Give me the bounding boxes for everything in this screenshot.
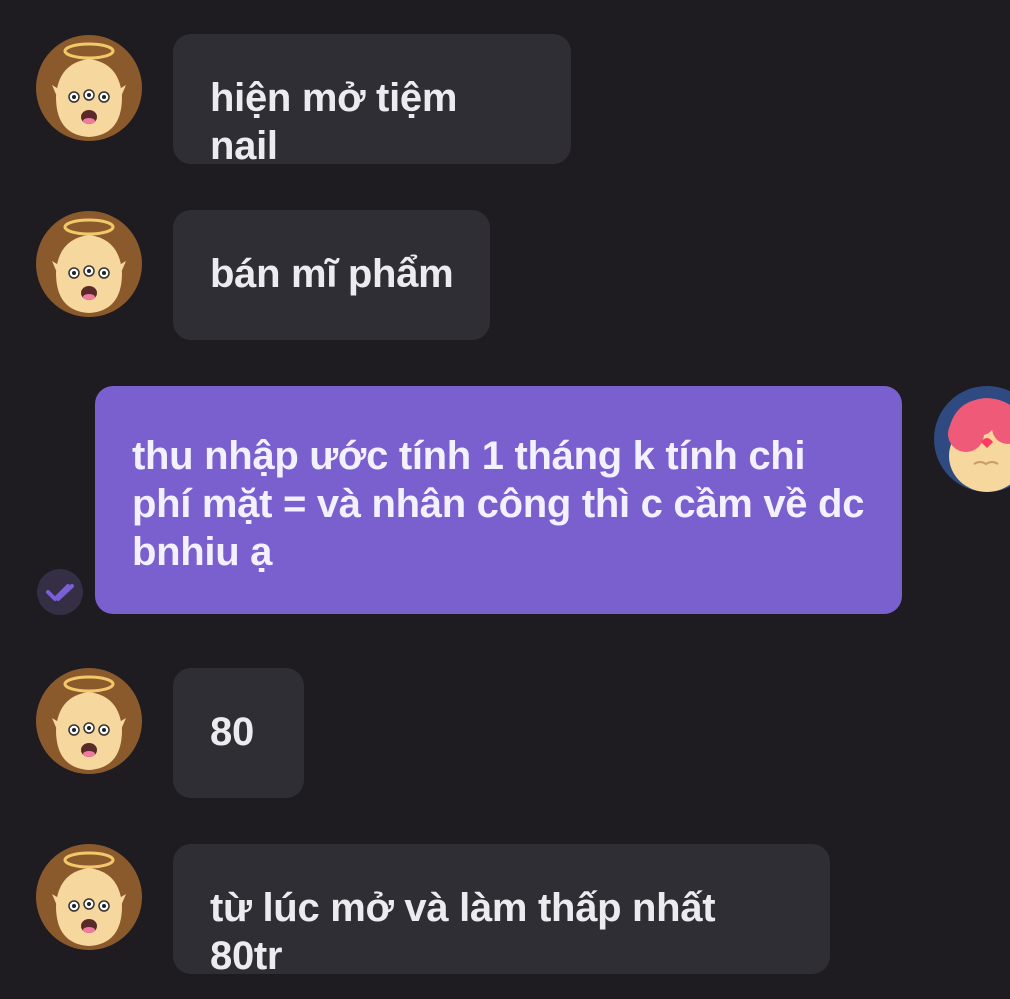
pink-hair-avatar-icon[interactable] [934,386,1010,492]
chat-thread: hiện mở tiệm nail bán mĩ phẩm thu nhập ư… [0,0,1010,999]
message-bubble-incoming[interactable]: 80 [173,668,304,798]
angel-avatar-icon[interactable] [36,844,142,950]
double-check-icon [37,569,83,615]
message-bubble-incoming[interactable]: bán mĩ phẩm [173,210,490,340]
message-bubble-outgoing[interactable]: thu nhập ước tính 1 tháng k tính chi phí… [95,386,902,614]
message-bubble-incoming[interactable]: hiện mở tiệm nail [173,34,571,168]
message-bubble-incoming[interactable]: từ lúc mở và làm thấp nhất 80tr [173,844,830,978]
angel-avatar-icon[interactable] [36,211,142,317]
angel-avatar-icon[interactable] [36,35,142,141]
angel-avatar-icon[interactable] [36,668,142,774]
